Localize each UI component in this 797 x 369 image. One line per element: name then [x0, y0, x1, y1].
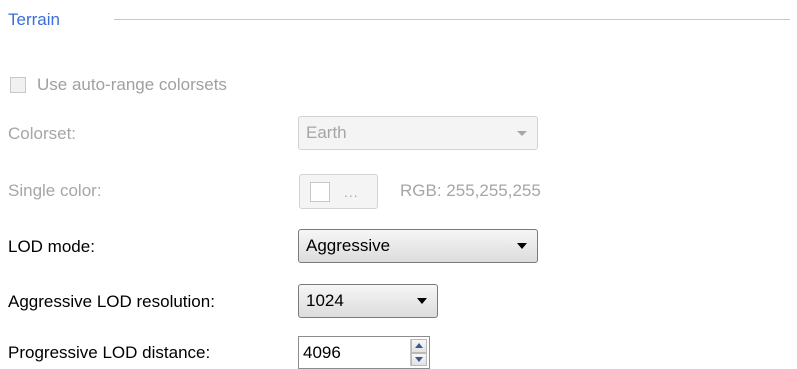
single-color-button[interactable]: ... [299, 174, 378, 209]
colorset-value: Earth [306, 123, 347, 142]
auto-range-checkbox[interactable] [10, 77, 26, 93]
arrow-up-icon [415, 343, 423, 349]
group-divider [114, 19, 790, 20]
progressive-lod-value[interactable]: 4096 [299, 337, 410, 368]
colorset-label: Colorset: [8, 124, 77, 143]
single-color-label: Single color: [8, 181, 102, 200]
auto-range-label: Use auto-range colorsets [37, 75, 227, 94]
ellipsis-icon: ... [344, 183, 359, 200]
chevron-down-icon [417, 298, 427, 304]
aggressive-lod-label: Aggressive LOD resolution: [8, 292, 215, 311]
arrow-down-icon [415, 356, 423, 362]
color-swatch [310, 181, 330, 202]
spinner-buttons [410, 339, 427, 366]
auto-range-checkbox-row: Use auto-range colorsets [10, 75, 227, 95]
progressive-lod-spinner[interactable]: 4096 [298, 336, 430, 369]
chevron-down-icon [517, 130, 527, 136]
aggressive-lod-dropdown[interactable]: 1024 [298, 284, 438, 318]
spin-up-button[interactable] [411, 339, 427, 353]
group-title: Terrain [8, 10, 60, 29]
chevron-down-icon [517, 243, 527, 249]
lod-mode-label: LOD mode: [8, 237, 95, 256]
lod-mode-value: Aggressive [306, 236, 391, 255]
lod-mode-dropdown[interactable]: Aggressive [298, 229, 538, 263]
rgb-value: RGB: 255,255,255 [400, 181, 541, 200]
terrain-settings-panel: Terrain Use auto-range colorsets Colorse… [0, 0, 797, 369]
colorset-dropdown[interactable]: Earth [298, 116, 538, 150]
progressive-lod-label: Progressive LOD distance: [8, 343, 211, 362]
aggressive-lod-value: 1024 [306, 291, 344, 310]
spin-down-button[interactable] [411, 352, 427, 366]
